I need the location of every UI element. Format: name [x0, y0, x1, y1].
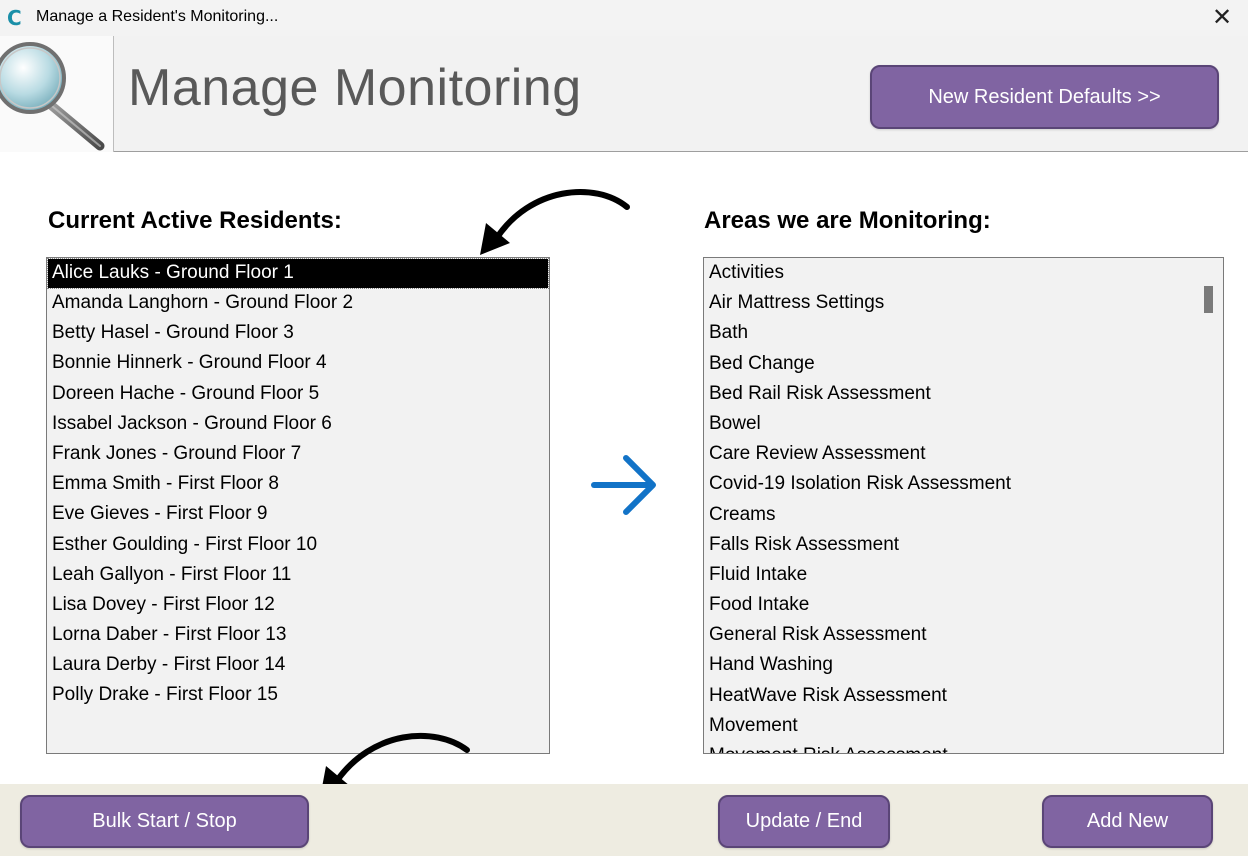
- residents-list: Alice Lauks - Ground Floor 1 Amanda Langh…: [47, 258, 549, 711]
- footer-bar: Bulk Start / Stop Update / End Add New: [0, 784, 1248, 856]
- residents-listbox[interactable]: Alice Lauks - Ground Floor 1 Amanda Langh…: [46, 257, 550, 754]
- list-item[interactable]: Movement Risk Assessment: [704, 741, 1223, 753]
- areas-scrollbar[interactable]: [1195, 258, 1223, 753]
- list-item[interactable]: Polly Drake - First Floor 15: [47, 680, 549, 710]
- new-resident-defaults-button[interactable]: New Resident Defaults >>: [870, 65, 1219, 129]
- page-header: Manage Monitoring New Resident Defaults …: [0, 36, 1248, 152]
- residents-label: Current Active Residents:: [48, 207, 342, 234]
- close-icon[interactable]: ✕: [1210, 4, 1234, 30]
- manage-monitoring-window: C Manage a Resident's Monitoring... ✕ Ma…: [0, 0, 1248, 856]
- page-title: Manage Monitoring: [128, 59, 582, 117]
- areas-listbox[interactable]: Activities Air Mattress Settings Bath Bed C…: [703, 257, 1224, 754]
- list-item[interactable]: Bowel: [704, 409, 1223, 439]
- curved-arrow-icon: [480, 189, 630, 255]
- list-item[interactable]: General Risk Assessment: [704, 620, 1223, 650]
- title-bar: C Manage a Resident's Monitoring... ✕: [0, 0, 1248, 36]
- list-item[interactable]: Frank Jones - Ground Floor 7: [47, 439, 549, 469]
- list-item[interactable]: Emma Smith - First Floor 8: [47, 469, 549, 499]
- app-logo-icon: C: [7, 6, 22, 30]
- areas-label: Areas we are Monitoring:: [704, 207, 991, 234]
- magnifying-glass-icon: [0, 36, 114, 152]
- right-arrow-icon: [591, 455, 656, 515]
- scrollbar-thumb[interactable]: [1204, 286, 1213, 313]
- list-item[interactable]: Bed Change: [704, 349, 1223, 379]
- list-item[interactable]: Bonnie Hinnerk - Ground Floor 4: [47, 348, 549, 378]
- list-item[interactable]: HeatWave Risk Assessment: [704, 681, 1223, 711]
- list-item[interactable]: Eve Gieves - First Floor 9: [47, 499, 549, 529]
- list-item[interactable]: Care Review Assessment: [704, 439, 1223, 469]
- list-item[interactable]: Food Intake: [704, 590, 1223, 620]
- bulk-start-stop-button[interactable]: Bulk Start / Stop: [20, 795, 309, 848]
- list-item[interactable]: Esther Goulding - First Floor 10: [47, 530, 549, 560]
- list-item[interactable]: Lisa Dovey - First Floor 12: [47, 590, 549, 620]
- list-item[interactable]: Covid-19 Isolation Risk Assessment: [704, 469, 1223, 499]
- window-title: Manage a Resident's Monitoring...: [36, 8, 279, 25]
- list-item[interactable]: Issabel Jackson - Ground Floor 6: [47, 409, 549, 439]
- update-end-button[interactable]: Update / End: [718, 795, 890, 848]
- list-item[interactable]: Lorna Daber - First Floor 13: [47, 620, 549, 650]
- list-item[interactable]: Creams: [704, 500, 1223, 530]
- list-item[interactable]: Fluid Intake: [704, 560, 1223, 590]
- list-item[interactable]: Movement: [704, 711, 1223, 741]
- list-item[interactable]: Bed Rail Risk Assessment: [704, 379, 1223, 409]
- list-item[interactable]: Air Mattress Settings: [704, 288, 1223, 318]
- list-item[interactable]: Doreen Hache - Ground Floor 5: [47, 379, 549, 409]
- areas-list: Activities Air Mattress Settings Bath Bed C…: [704, 258, 1223, 753]
- list-item[interactable]: Betty Hasel - Ground Floor 3: [47, 318, 549, 348]
- add-new-button[interactable]: Add New: [1042, 795, 1213, 848]
- list-item[interactable]: Hand Washing: [704, 650, 1223, 680]
- list-item[interactable]: Activities: [704, 258, 1223, 288]
- list-item[interactable]: Amanda Langhorn - Ground Floor 2: [47, 288, 549, 318]
- list-item[interactable]: Falls Risk Assessment: [704, 530, 1223, 560]
- list-item[interactable]: Laura Derby - First Floor 14: [47, 650, 549, 680]
- list-item[interactable]: Leah Gallyon - First Floor 11: [47, 560, 549, 590]
- list-item[interactable]: Bath: [704, 318, 1223, 348]
